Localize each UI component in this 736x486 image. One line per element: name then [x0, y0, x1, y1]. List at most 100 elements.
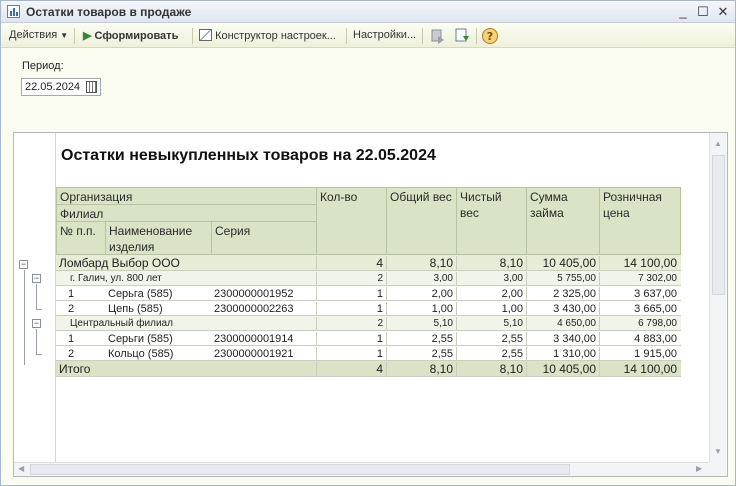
horizontal-scrollbar[interactable]: ◀ ▶ — [14, 462, 711, 476]
header-gross-weight: Общий вес — [386, 187, 457, 255]
cell-gross: 8,10 — [386, 362, 457, 377]
vertical-scrollbar[interactable]: ▲ ▼ — [709, 133, 727, 463]
actions-menu[interactable]: Действия ▼ — [9, 29, 68, 41]
report-icon — [7, 5, 20, 18]
cell-loan: 2 325,00 — [526, 287, 600, 301]
period-field[interactable]: 22.05.2024 — [21, 78, 101, 96]
item-series: 2300000001914 — [214, 333, 294, 345]
minimize-icon[interactable]: _ — [675, 4, 691, 20]
cell-loan: 5 755,00 — [526, 272, 600, 286]
svg-text:?: ? — [487, 30, 493, 43]
settings-constructor-button[interactable]: Конструктор настроек... — [199, 29, 336, 42]
help-icon[interactable]: ? — [481, 27, 499, 45]
scroll-down-icon[interactable]: ▼ — [714, 447, 722, 456]
scroll-left-icon[interactable]: ◀ — [18, 464, 24, 473]
scroll-right-icon[interactable]: ▶ — [696, 464, 702, 473]
generate-label: Сформировать — [94, 30, 179, 42]
header-qty: Кол-во — [316, 187, 387, 255]
separator — [74, 28, 75, 44]
calendar-icon[interactable] — [86, 81, 97, 93]
collapse-branch-icon[interactable]: − — [32, 274, 41, 283]
hscroll-thumb[interactable] — [30, 464, 570, 475]
title-bar: Остатки товаров в продаже _ ☐ ✕ — [1, 1, 735, 23]
cell-net: 2,00 — [456, 287, 527, 301]
cell-net: 8,10 — [456, 256, 527, 271]
collapse-branch-icon[interactable]: − — [32, 319, 41, 328]
cell-retail: 14 100,00 — [599, 362, 681, 377]
cell-net: 5,10 — [456, 317, 527, 331]
cell-loan: 4 650,00 — [526, 317, 600, 331]
scroll-thumb[interactable] — [712, 155, 725, 295]
restore-settings-icon[interactable] — [429, 27, 447, 45]
cell-retail: 3 665,00 — [599, 302, 681, 316]
settings-button[interactable]: Настройки... — [353, 29, 416, 41]
cell-qty: 1 — [316, 287, 387, 301]
cell-retail: 7 302,00 — [599, 272, 681, 286]
cell-retail: 6 798,00 — [599, 317, 681, 331]
cell-gross: 8,10 — [386, 256, 457, 271]
window-title: Остатки товаров в продаже — [26, 5, 192, 19]
item-name: Серьга (585) — [108, 288, 173, 300]
constructor-icon — [199, 29, 212, 41]
settings-label: Настройки... — [353, 29, 417, 41]
item-series: 2300000001952 — [214, 288, 294, 300]
close-icon[interactable]: ✕ — [715, 4, 731, 20]
item-series: 2300000002263 — [214, 303, 294, 315]
header-series: Серия — [211, 221, 317, 255]
cell-qty: 2 — [316, 272, 387, 286]
header-retail-price: Розничная цена — [599, 187, 681, 255]
cell-retail: 4 883,00 — [599, 332, 681, 346]
cell-net: 2,55 — [456, 347, 527, 361]
cell-net: 8,10 — [456, 362, 527, 377]
item-number: 2 — [68, 303, 75, 315]
item-name: Серьги (585) — [108, 333, 173, 345]
report-spreadsheet[interactable]: − − − Остатки невыкупленных товаров на 2… — [13, 132, 728, 477]
period-label: Период: — [22, 60, 64, 72]
header-org: Организация — [56, 187, 317, 205]
branch-name: г. Галич, ул. 800 лет — [70, 273, 162, 284]
cell-gross: 2,55 — [386, 347, 457, 361]
cell-gross: 2,55 — [386, 332, 457, 346]
toolbar: Действия ▼ ▶ Сформировать Конструктор на… — [1, 24, 735, 48]
grouping-gutter: − − − — [14, 133, 56, 463]
dropdown-arrow-icon: ▼ — [60, 31, 69, 40]
cell-loan: 3 340,00 — [526, 332, 600, 346]
cell-net: 3,00 — [456, 272, 527, 286]
cell-qty: 1 — [316, 332, 387, 346]
separator — [192, 28, 193, 44]
cell-loan: 1 310,00 — [526, 347, 600, 361]
constructor-label: Конструктор настроек... — [215, 30, 336, 42]
item-number: 1 — [68, 333, 75, 345]
actions-label: Действия — [9, 29, 58, 41]
cell-qty: 4 — [316, 362, 387, 377]
header-number: № п.п. — [56, 221, 106, 255]
cell-retail: 14 100,00 — [599, 256, 681, 271]
branch-name: Центральный филиал — [70, 318, 173, 329]
header-branch: Филиал — [56, 204, 317, 222]
collapse-org-icon[interactable]: − — [19, 260, 28, 269]
cell-gross: 1,00 — [386, 302, 457, 316]
cell-net: 2,55 — [456, 332, 527, 346]
cell-gross: 2,00 — [386, 287, 457, 301]
cell-gross: 3,00 — [386, 272, 457, 286]
separator — [422, 28, 423, 44]
cell-qty: 1 — [316, 347, 387, 361]
scroll-corner — [709, 462, 727, 476]
item-number: 2 — [68, 348, 75, 360]
cell-retail: 1 915,00 — [599, 347, 681, 361]
header-net-weight: Чистый вес — [456, 187, 527, 255]
item-series: 2300000001921 — [214, 348, 294, 360]
save-settings-icon[interactable] — [453, 27, 471, 45]
report-window: Остатки товаров в продаже _ ☐ ✕ Действия… — [0, 0, 736, 486]
maximize-icon[interactable]: ☐ — [695, 4, 711, 20]
org-name: Ломбард Выбор ООО — [59, 256, 180, 270]
separator — [476, 28, 477, 44]
cell-qty: 2 — [316, 317, 387, 331]
report-title: Остатки невыкупленных товаров на 22.05.2… — [61, 147, 436, 164]
cell-net: 1,00 — [456, 302, 527, 316]
cell-loan: 10 405,00 — [526, 362, 600, 377]
scroll-up-icon[interactable]: ▲ — [714, 139, 722, 148]
item-number: 1 — [68, 288, 75, 300]
generate-button[interactable]: ▶ Сформировать — [83, 29, 178, 42]
cell-qty: 4 — [316, 256, 387, 271]
